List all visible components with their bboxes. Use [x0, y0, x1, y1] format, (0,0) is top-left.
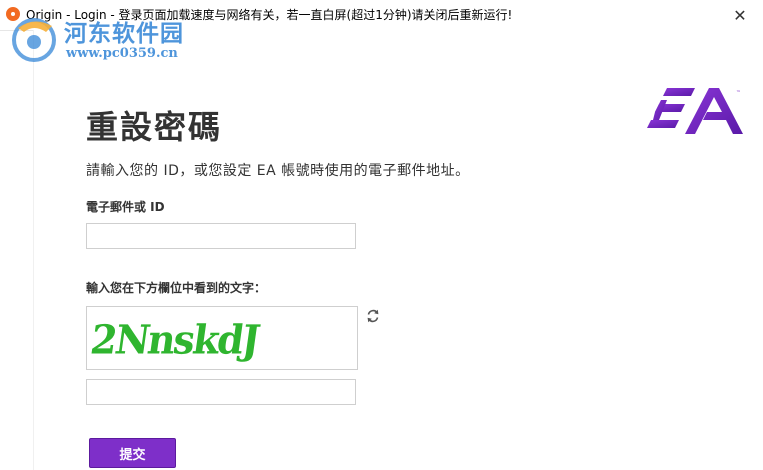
- window-close-button[interactable]: ✕: [717, 0, 763, 30]
- close-icon: ✕: [733, 5, 747, 25]
- origin-app-icon: [6, 7, 20, 21]
- ea-logo: ™: [647, 88, 743, 134]
- captcha-input[interactable]: [86, 379, 356, 405]
- submit-button[interactable]: 提交: [89, 438, 176, 468]
- reset-password-panel: 重設密碼 請輸入您的 ID，或您設定 EA 帳號時使用的電子郵件地址。 電子郵件…: [33, 30, 763, 470]
- email-field[interactable]: [86, 223, 356, 249]
- captcha-image-text: 2NnskdJ: [87, 315, 262, 364]
- page-title: 重設密碼: [86, 108, 223, 146]
- email-field-label: 電子郵件或 ID: [86, 200, 165, 214]
- refresh-captcha-icon[interactable]: [365, 308, 381, 324]
- instruction-text: 請輸入您的 ID，或您設定 EA 帳號時使用的電子郵件地址。: [86, 163, 470, 179]
- captcha-label: 輸入您在下方欄位中看到的文字：: [86, 281, 267, 295]
- window-titlebar: Origin - Login - 登录页面加载速度与网络有关，若一直白屏(超过1…: [0, 0, 763, 31]
- captcha-image: 2NnskdJ: [86, 306, 358, 370]
- window-title: Origin - Login - 登录页面加载速度与网络有关，若一直白屏(超过1…: [26, 8, 513, 22]
- svg-text:™: ™: [736, 90, 741, 96]
